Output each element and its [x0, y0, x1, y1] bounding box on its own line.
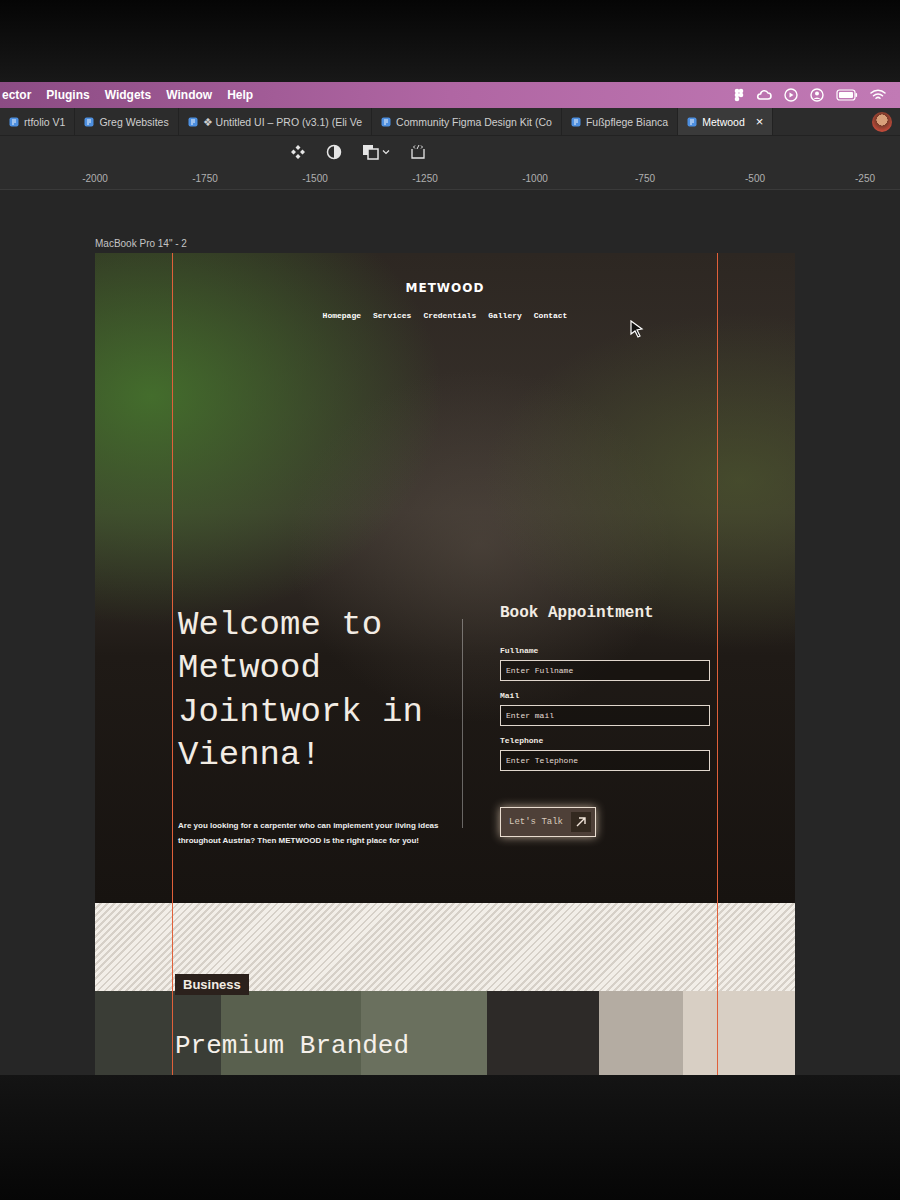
battery-icon[interactable] [836, 89, 858, 101]
screen: ector Plugins Widgets Window Help rtfolio V1 G… [0, 0, 900, 1200]
form-field: Telephone [500, 736, 710, 771]
boolean-tool[interactable] [362, 144, 390, 160]
component-icon[interactable] [290, 144, 306, 160]
hero-body: Welcome to Metwood Jointwork in Vienna! A… [95, 604, 795, 903]
monitor-bezel [0, 1075, 900, 1200]
menu-item[interactable]: Widgets [105, 88, 152, 102]
cursor-icon [630, 320, 644, 338]
site-nav: Homepage Services Credentials Gallery Contac… [323, 311, 568, 320]
monitor-bezel [0, 0, 900, 82]
chevron-icon [382, 148, 390, 156]
button-label: Let's Talk [509, 817, 563, 827]
field-input[interactable] [500, 750, 710, 771]
ruler-tick: -1000 [480, 173, 590, 184]
field-input[interactable] [500, 705, 710, 726]
site-logo[interactable]: METWOOD [406, 281, 485, 295]
section-tag: Business [175, 974, 249, 995]
ruler-tick: -750 [590, 173, 700, 184]
striped-band: Business [95, 903, 795, 991]
file-icon [571, 117, 581, 127]
file-tab[interactable]: Greg Websites [75, 108, 178, 135]
ruler-tick: -2000 [40, 173, 150, 184]
form-field: Fullname [500, 646, 710, 681]
menu-item[interactable]: Plugins [46, 88, 89, 102]
ruler-tick: -1250 [370, 173, 480, 184]
code-icon[interactable] [410, 144, 426, 160]
wifi-icon[interactable] [870, 89, 886, 101]
tab-label: Fußpflege Bianca [586, 116, 668, 128]
menu-item[interactable]: ector [2, 88, 31, 102]
file-tab[interactable]: Fußpflege Bianca [562, 108, 678, 135]
play-icon[interactable] [784, 88, 798, 102]
field-input[interactable] [500, 660, 710, 681]
form-field: Mail [500, 691, 710, 726]
site-header: METWOOD Homepage Services Credentials Galler… [95, 253, 795, 320]
section-title: Premium Branded [175, 1031, 795, 1061]
menu-bar: ector Plugins Widgets Window Help [0, 82, 900, 108]
field-label: Fullname [500, 646, 710, 655]
nav-link[interactable]: Credentials [423, 311, 476, 320]
arrow-box [571, 812, 591, 832]
user-icon[interactable] [810, 88, 824, 102]
nav-link[interactable]: Services [373, 311, 411, 320]
image-strip: Premium Branded [95, 991, 795, 1075]
field-label: Telephone [500, 736, 710, 745]
figma-icon[interactable] [734, 88, 744, 102]
appointment-form: Book Appointment Fullname Mail Telephone Let… [500, 604, 710, 848]
layers-icon [362, 144, 380, 160]
close-button[interactable]: × [756, 114, 764, 129]
ruler: -2000-1750-1500-1250-1000-750-500-250 [0, 168, 900, 190]
tab-bar: rtfolio V1 Greg Websites ❖ Untitled UI – P… [0, 108, 900, 136]
field-label: Mail [500, 691, 710, 700]
menu-item[interactable]: Window [166, 88, 212, 102]
toolbar [0, 136, 900, 168]
tab-label: Community Figma Design Kit (Co [396, 116, 552, 128]
file-icon [84, 117, 94, 127]
nav-link[interactable]: Gallery [488, 311, 522, 320]
form-title: Book Appointment [500, 604, 710, 622]
lets-talk-button[interactable]: Let's Talk [500, 807, 596, 837]
file-tab[interactable]: ❖ Untitled UI – PRO (v3.1) (Eli Ve [179, 108, 372, 135]
file-tab[interactable]: Community Figma Design Kit (Co [372, 108, 562, 135]
layout-guide [172, 253, 173, 1075]
hero-title: Welcome to Metwood Jointwork in Vienna! [178, 604, 458, 778]
status-icons [734, 88, 900, 102]
ruler-tick: -250 [810, 173, 900, 184]
hero-text: Are you looking for a carpenter who can … [178, 818, 458, 848]
tab-label: Metwood [702, 116, 745, 128]
ruler-tick: -500 [700, 173, 810, 184]
divider [462, 619, 463, 828]
contrast-icon[interactable] [326, 144, 342, 160]
file-icon [687, 117, 697, 127]
design-frame[interactable]: METWOOD Homepage Services Credentials Galler… [95, 253, 795, 1075]
frame-label[interactable]: MacBook Pro 14" - 2 [95, 238, 900, 249]
ruler-tick: -1750 [150, 173, 260, 184]
hero-intro: Welcome to Metwood Jointwork in Vienna! A… [178, 604, 458, 848]
nav-link[interactable]: Homepage [323, 311, 361, 320]
ruler-tick: -1500 [260, 173, 370, 184]
tab-label: ❖ Untitled UI – PRO (v3.1) (Eli Ve [203, 116, 362, 128]
layout-guide [717, 253, 718, 1075]
creative-cloud-icon[interactable] [756, 88, 772, 102]
file-tab[interactable]: rtfolio V1 [0, 108, 75, 135]
hero-section: METWOOD Homepage Services Credentials Galler… [95, 253, 795, 903]
file-icon [381, 117, 391, 127]
tab-label: rtfolio V1 [24, 116, 65, 128]
file-icon [188, 117, 198, 127]
avatar-icon[interactable] [872, 112, 892, 132]
menu-item[interactable]: Help [227, 88, 253, 102]
canvas: MacBook Pro 14" - 2 METWOOD Homepage Servic… [0, 190, 900, 1075]
arrow-icon [575, 816, 587, 828]
tab-label: Greg Websites [99, 116, 168, 128]
file-icon [9, 117, 19, 127]
file-tab[interactable]: Metwood × [678, 108, 773, 135]
nav-link[interactable]: Contact [534, 311, 568, 320]
